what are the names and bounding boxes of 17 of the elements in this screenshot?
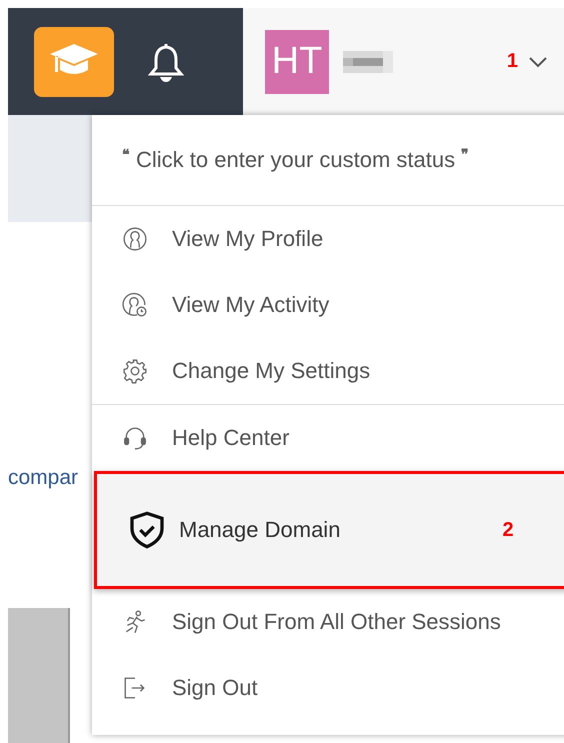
menu-item[interactable]: Sign Out xyxy=(92,655,564,721)
menu-item[interactable]: View My Profile xyxy=(92,206,564,272)
custom-status-field[interactable]: ❝ Click to enter your custom status ❞ xyxy=(92,115,564,206)
annotation-number: 2 xyxy=(502,518,514,542)
menu-item-icon xyxy=(122,358,148,384)
pixelated-name xyxy=(343,50,393,72)
menu-item-icon xyxy=(122,226,148,252)
menu-item[interactable]: Manage Domain 2 xyxy=(97,474,564,586)
page-text: compar xyxy=(8,466,80,490)
menu-item-icon xyxy=(122,425,148,451)
menu-item[interactable]: View My Activity xyxy=(92,272,564,338)
menu-item-icon xyxy=(122,292,148,318)
menu-item[interactable]: Sign Out From All Other Sessions xyxy=(92,589,564,655)
menu-item[interactable]: Change My Settings xyxy=(92,338,564,404)
menu-item[interactable]: Help Center xyxy=(92,405,564,471)
annotation-number: 1 xyxy=(506,50,518,73)
chevron-down-icon[interactable] xyxy=(528,56,548,68)
